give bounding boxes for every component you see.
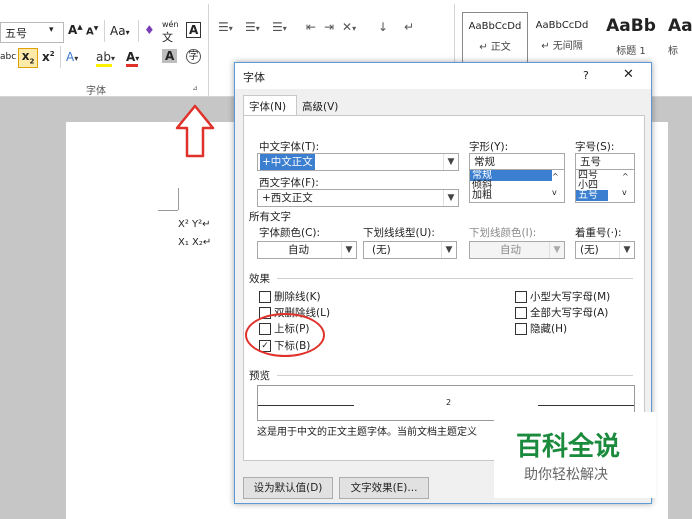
close-icon[interactable]: ✕	[623, 67, 634, 82]
decrease-indent-icon[interactable]: ⇤	[306, 20, 316, 34]
watermark-logo: 百科全说 助你轻松解决	[494, 412, 656, 498]
highlight-color-icon[interactable]: ab▾	[96, 50, 115, 64]
char-shading-icon[interactable]: A	[162, 49, 178, 63]
scroll-up-icon[interactable]: ^	[622, 172, 629, 181]
chevron-down-icon: ▼	[341, 242, 356, 258]
sort-icon[interactable]: ↓	[378, 20, 388, 34]
scroll-up-icon[interactable]: ^	[552, 172, 559, 181]
tab-advanced[interactable]: 高级(V)	[297, 97, 349, 115]
underline-style-combo[interactable]: (无) ▼	[363, 241, 457, 259]
char-border-icon[interactable]: A	[186, 22, 202, 38]
underline-color-combo: 自动 ▼	[469, 241, 565, 259]
cn-font-combo[interactable]: +中文正文 ▼	[257, 153, 459, 171]
text-effects-button[interactable]: 文字效果(E)...	[339, 477, 429, 499]
style-normal[interactable]: AaBbCcDd ↵ 正文	[462, 12, 528, 64]
emphasis-mark-label: 着重号(·):	[575, 227, 622, 239]
font-style-label: 字形(Y):	[469, 141, 509, 153]
font-size-list[interactable]: 四号 小四 五号 ^ v	[575, 169, 635, 203]
annotation-circle	[245, 313, 325, 357]
west-font-combo[interactable]: +西文正文 ▼	[257, 189, 459, 207]
preview-char: 2	[446, 398, 452, 407]
asian-layout-icon[interactable]: ✕▾	[342, 20, 356, 34]
strikethrough-label: 删除线(K)	[274, 291, 321, 303]
list-item[interactable]: 加粗	[472, 190, 492, 201]
all-caps-checkbox[interactable]	[515, 307, 527, 319]
chevron-down-icon: ▼	[441, 242, 456, 258]
enclose-char-icon[interactable]: 字	[186, 49, 201, 64]
small-caps-label: 小型大写字母(M)	[530, 291, 611, 303]
watermark-title: 百科全说	[516, 432, 621, 462]
style-heading-1[interactable]: AaBb 标题 1	[596, 12, 666, 62]
strikethrough-icon[interactable]: abc	[0, 52, 16, 62]
preview-label: 预览	[249, 370, 270, 382]
hidden-checkbox[interactable]	[515, 323, 527, 335]
set-default-button[interactable]: 设为默认值(D)	[243, 477, 333, 499]
shrink-font-icon[interactable]: A▼	[86, 25, 98, 37]
list-item[interactable]: 五号	[576, 190, 608, 201]
chevron-down-icon: ▼	[443, 154, 458, 170]
text-effects-icon[interactable]: A▾	[66, 50, 78, 64]
underline-color-label: 下划线颜色(I):	[469, 227, 537, 239]
chevron-down-icon: ▼	[443, 190, 458, 206]
dialog-title: 字体	[243, 71, 265, 84]
tab-font[interactable]: 字体(N)	[243, 95, 297, 116]
font-color-combo[interactable]: 自动 ▼	[257, 241, 357, 259]
clear-format-icon[interactable]: ♦	[144, 23, 155, 37]
style-heading-2[interactable]: Aa 标	[668, 12, 692, 62]
font-color-icon[interactable]: A▾	[126, 50, 139, 64]
scroll-down-icon[interactable]: v	[622, 188, 627, 197]
effects-label: 效果	[249, 273, 270, 285]
bullets-icon[interactable]: ☰▾	[218, 20, 233, 34]
preview-note: 这是用于中文的正文主题字体。当前文档主题定义	[257, 427, 477, 438]
small-caps-checkbox[interactable]	[515, 291, 527, 303]
phonetic-guide-icon[interactable]: wén 文	[162, 20, 179, 45]
font-color-label: 字体颜色(C):	[259, 227, 321, 239]
strikethrough-checkbox[interactable]	[259, 291, 271, 303]
font-style-list[interactable]: 常规 倾斜 加粗 ^ v	[469, 169, 565, 203]
cn-font-label: 中文字体(T):	[259, 141, 320, 153]
style-no-spacing[interactable]: AaBbCcDd ↵ 无间隔	[530, 12, 594, 62]
doc-line-subscript: X₁ X₂↵	[178, 237, 212, 248]
multilevel-list-icon[interactable]: ☰▾	[272, 20, 287, 34]
font-size-label: 字号(S):	[575, 141, 615, 153]
hidden-label: 隐藏(H)	[530, 323, 568, 335]
numbering-icon[interactable]: ☰▾	[245, 20, 260, 34]
watermark-subtitle: 助你轻松解决	[524, 467, 608, 483]
scroll-down-icon[interactable]: v	[552, 188, 557, 197]
underline-style-label: 下划线线型(U):	[363, 227, 435, 239]
doc-line-superscript: X² Y²↵	[178, 219, 211, 230]
chevron-down-icon: ▼	[619, 242, 634, 258]
superscript-icon[interactable]: x2	[42, 50, 55, 64]
chevron-down-icon: ▾	[49, 25, 54, 35]
subscript-icon[interactable]: x2	[18, 48, 38, 68]
emphasis-mark-combo[interactable]: (无) ▼	[575, 241, 635, 259]
grow-font-icon[interactable]: A▲	[68, 23, 83, 37]
font-size-value: 五号	[5, 27, 27, 40]
chevron-down-icon: ▼	[549, 242, 564, 258]
dialog-title-bar: 字体 ? ✕	[235, 63, 651, 89]
all-caps-label: 全部大写字母(A)	[530, 307, 609, 319]
font-size-combo[interactable]: 五号 ▾	[0, 22, 64, 43]
font-group-label: 字体	[86, 86, 106, 97]
annotation-arrow-icon	[175, 104, 215, 158]
dialog-launcher-icon[interactable]: ⊿	[192, 84, 198, 92]
show-marks-icon[interactable]: ↵	[404, 20, 414, 34]
help-button[interactable]: ?	[583, 69, 589, 82]
change-case-icon[interactable]: Aa▾	[110, 24, 130, 38]
increase-indent-icon[interactable]: ⇥	[324, 20, 334, 34]
west-font-label: 西文字体(F):	[259, 177, 319, 189]
all-text-label: 所有文字	[249, 211, 291, 223]
